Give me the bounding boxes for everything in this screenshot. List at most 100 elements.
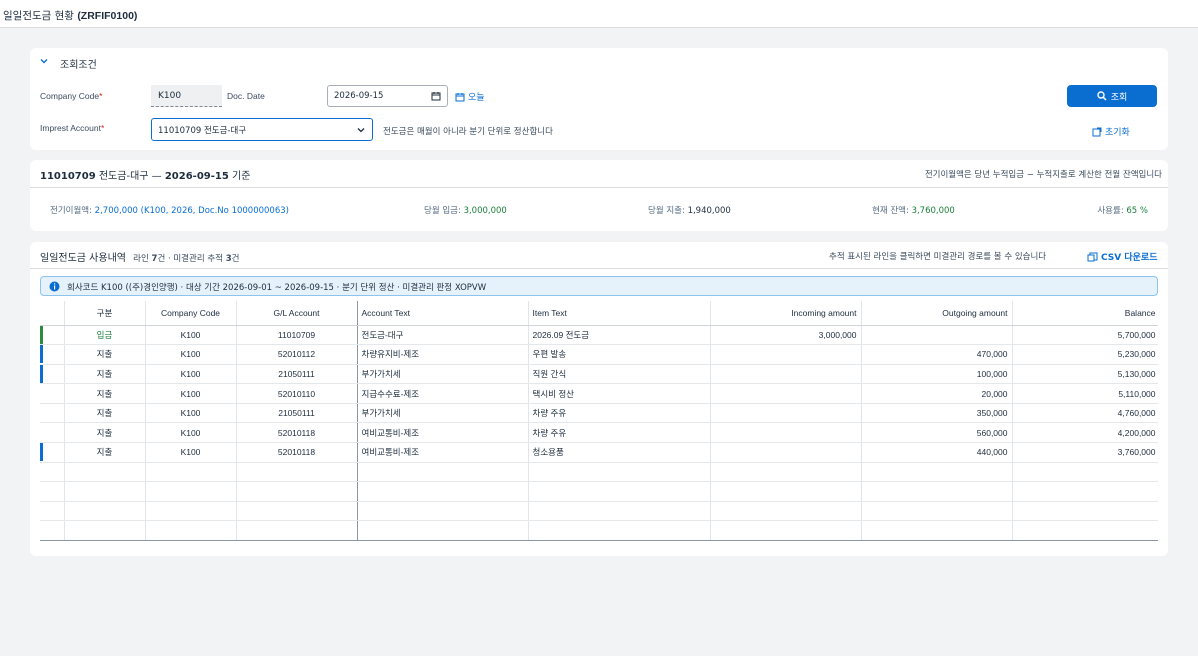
col-mark <box>40 301 65 326</box>
csv-download-button[interactable]: CSV 다운로드 <box>1087 250 1157 263</box>
app-title: 일일전도금 현황 (ZRFIF0100) <box>3 8 137 23</box>
summary-title: 11010709 전도금-대구 — 2026-09-15 기준 <box>40 171 251 182</box>
chevron-down-icon[interactable] <box>39 56 49 66</box>
empty-cell <box>145 520 237 541</box>
reset-icon <box>1092 127 1102 136</box>
col-balance[interactable]: Balance <box>1012 301 1158 326</box>
imprest-account-select[interactable]: 11010709 전도금-대구 <box>151 118 373 141</box>
cell-item-text: 차량 주유 <box>528 422 711 444</box>
cell-incoming <box>710 403 862 424</box>
empty-cell <box>357 520 529 541</box>
empty-cell <box>528 501 711 522</box>
summary-note: 전기이월액은 당년 누적입금 − 누적지출로 계산한 전월 잔액입니다 <box>924 170 1162 180</box>
tracked-marker <box>40 443 43 462</box>
col-account-text[interactable]: Account Text <box>357 301 529 326</box>
empty-cell <box>357 462 529 483</box>
table-header: 구분 Company Code G/L Account Account Text… <box>40 301 1158 326</box>
table-row[interactable]: 지출 K100 21050111 부가가치세 차량 주유 350,000 4,760,000 <box>40 403 1158 424</box>
empty-cell <box>1012 520 1158 541</box>
cell-incoming <box>710 422 862 444</box>
empty-cell <box>40 520 65 541</box>
empty-cell <box>357 481 529 502</box>
empty-cell <box>861 481 1013 502</box>
usage-stat: 사용률: 65 % <box>1097 206 1148 216</box>
table-row[interactable]: 입금 K100 11010709 전도금-대구 2026.09 전도금 3,000,000… <box>40 325 1158 346</box>
row-marker <box>40 403 65 424</box>
empty-cell <box>861 520 1013 541</box>
reset-button[interactable]: 초기화 <box>1092 125 1130 138</box>
doc-date-input[interactable]: 2026-09-15 <box>327 85 448 107</box>
row-marker <box>40 442 65 463</box>
search-icon <box>1097 91 1107 101</box>
calendar-icon[interactable] <box>431 91 441 101</box>
row-marker <box>40 422 65 444</box>
cell-balance: 5,130,000 <box>1012 364 1158 385</box>
empty-cell <box>861 462 1013 483</box>
empty-cell <box>236 462 358 483</box>
empty-cell <box>40 501 65 522</box>
cell-company: K100 <box>145 422 237 444</box>
cell-incoming <box>710 383 862 404</box>
cell-outgoing: 20,000 <box>861 383 1013 404</box>
cell-item-text: 청소용품 <box>528 442 711 463</box>
col-incoming[interactable]: Incoming amount <box>710 301 862 326</box>
company-code-field[interactable]: K100 <box>151 85 222 107</box>
cell-incoming <box>710 344 862 365</box>
imprest-account-value: 11010709 전도금-대구 <box>158 126 247 136</box>
empty-row <box>40 501 1158 522</box>
tracked-marker <box>40 345 43 364</box>
table-row[interactable]: 지출 K100 52010118 여비교통비-제조 차량 주유 560,000 4,200,… <box>40 422 1158 444</box>
empty-cell <box>710 501 862 522</box>
empty-cell <box>145 501 237 522</box>
cell-outgoing: 440,000 <box>861 442 1013 463</box>
cell-type: 지출 <box>64 442 146 463</box>
col-type[interactable]: 구분 <box>64 301 146 326</box>
cell-outgoing: 470,000 <box>861 344 1013 365</box>
month-out-stat: 당월 지출: 1,940,000 <box>648 206 731 216</box>
empty-cell <box>145 481 237 502</box>
cell-acct-text: 여비교통비-제조 <box>357 442 529 463</box>
month-in-stat: 당월 입금: 3,000,000 <box>424 206 507 216</box>
col-outgoing[interactable]: Outgoing amount <box>861 301 1013 326</box>
empty-cell <box>145 462 237 483</box>
col-gl-account[interactable]: G/L Account <box>236 301 358 326</box>
empty-cell <box>64 481 146 502</box>
table-row[interactable]: 지출 K100 52010112 차량유지비-제조 우편 발송 470,000 5,230,… <box>40 344 1158 365</box>
list-hint: 추적 표시된 라인을 클릭하면 미결관리 경로를 볼 수 있습니다 <box>829 252 1047 262</box>
search-button[interactable]: 조회 <box>1067 85 1157 107</box>
summary-panel: 11010709 전도금-대구 — 2026-09-15 기준 전기이월액은 당… <box>30 160 1168 231</box>
usage-table: 구분 Company Code G/L Account Account Text… <box>40 301 1158 541</box>
today-button[interactable]: 오늘 <box>455 90 485 103</box>
cell-item-text: 우편 발송 <box>528 344 711 365</box>
empty-cell <box>861 501 1013 522</box>
cell-incoming: 3,000,000 <box>710 325 862 346</box>
search-label: 조회 <box>1110 92 1128 103</box>
incoming-marker <box>40 325 43 344</box>
imprest-account-label: Imprest Account* <box>40 123 105 133</box>
calendar-icon <box>455 92 465 101</box>
cell-gl: 52010118 <box>236 422 358 444</box>
cell-acct-text: 부가가치세 <box>357 364 529 385</box>
usage-list-panel: 일일전도금 사용내역 라인 7건 · 미결관리 추적 3건 추적 표시된 라인을… <box>30 242 1168 556</box>
table-bottom-border <box>40 540 1158 541</box>
empty-row <box>40 520 1158 541</box>
empty-cell <box>64 462 146 483</box>
table-row[interactable]: 지출 K100 52010110 지급수수료-제조 택시비 정산 20,000 5,110,… <box>40 383 1158 404</box>
cell-outgoing <box>861 325 1013 346</box>
filter-header[interactable]: 조회조건 <box>30 48 1168 75</box>
cell-type: 지출 <box>64 422 146 444</box>
divider <box>30 268 1168 269</box>
balance-stat: 현재 잔액: 3,760,000 <box>872 206 955 216</box>
cell-incoming <box>710 442 862 463</box>
doc-date-label: Doc. Date <box>227 91 265 101</box>
row-marker <box>40 325 65 346</box>
cell-item-text: 차량 주유 <box>528 403 711 424</box>
table-row[interactable]: 지출 K100 52010118 여비교통비-제조 청소용품 440,000 3,760,0… <box>40 442 1158 463</box>
cell-gl: 52010110 <box>236 383 358 404</box>
empty-cell <box>1012 481 1158 502</box>
empty-cell <box>236 520 358 541</box>
table-row[interactable]: 지출 K100 21050111 부가가치세 직원 간식 100,000 5,130,000 <box>40 364 1158 385</box>
col-company-code[interactable]: Company Code <box>145 301 237 326</box>
col-item-text[interactable]: Item Text <box>528 301 711 326</box>
csv-label: CSV 다운로드 <box>1101 253 1158 263</box>
